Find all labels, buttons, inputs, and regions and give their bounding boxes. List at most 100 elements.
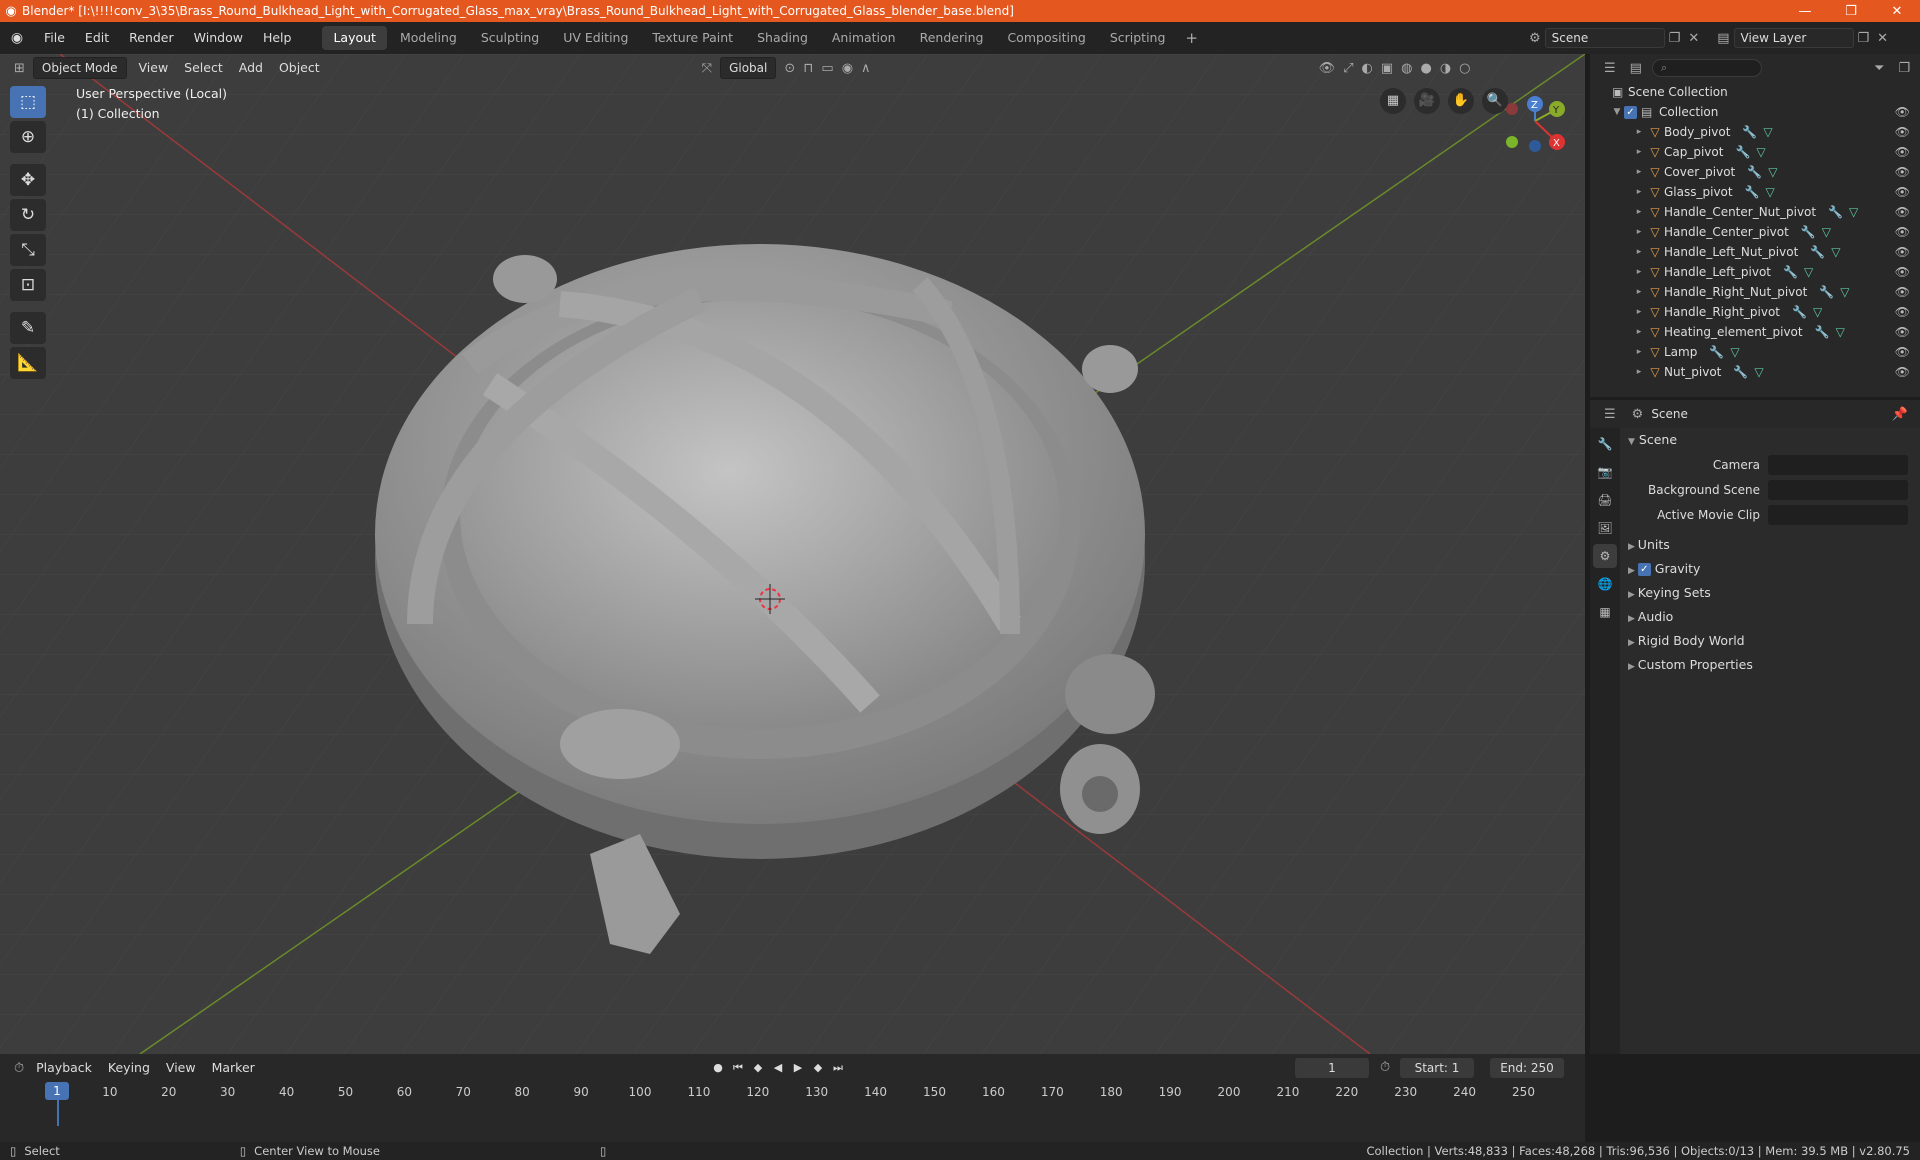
outliner-item[interactable]: ▸ ▽ Handle_Center_pivot 🔧 ▽ 👁	[1590, 222, 1920, 242]
tab-modeling[interactable]: Modeling	[389, 26, 468, 50]
expand-icon[interactable]: ▸	[1632, 242, 1646, 262]
mesh-data-icon[interactable]: ▽	[1768, 162, 1777, 182]
outliner-item[interactable]: ▸ ▽ Heating_element_pivot 🔧 ▽ 👁	[1590, 322, 1920, 342]
eye-icon[interactable]: 👁	[1895, 222, 1910, 242]
expand-icon[interactable]: ▸	[1632, 282, 1646, 302]
outliner-item[interactable]: ▸ ▽ Handle_Left_Nut_pivot 🔧 ▽ 👁	[1590, 242, 1920, 262]
tab-shading[interactable]: Shading	[746, 26, 819, 50]
modifier-icon[interactable]: 🔧	[1735, 142, 1750, 162]
outliner-item[interactable]: ▸ ▽ Handle_Right_Nut_pivot 🔧 ▽ 👁	[1590, 282, 1920, 302]
expand-icon[interactable]: ▸	[1632, 302, 1646, 322]
eye-icon[interactable]: 👁	[1895, 362, 1910, 382]
current-frame-marker[interactable]: 1	[45, 1082, 69, 1100]
grid-view-icon[interactable]: ▦	[1380, 88, 1406, 114]
tab-scripting[interactable]: Scripting	[1099, 26, 1177, 50]
proportional-edit-icon[interactable]: ◉	[838, 61, 857, 76]
texture-tab-icon[interactable]: ▦	[1593, 600, 1617, 624]
scene-tab-icon[interactable]: ⚙	[1593, 544, 1617, 568]
expand-icon[interactable]: ▸	[1632, 262, 1646, 282]
new-scene-icon[interactable]: ❐	[1665, 31, 1685, 46]
end-frame-field[interactable]: End: 250	[1490, 1058, 1564, 1078]
new-collection-icon[interactable]: ❐	[1894, 61, 1914, 76]
measure-tool-icon[interactable]: 📐	[10, 347, 46, 379]
eye-icon[interactable]: 👁	[1895, 342, 1910, 362]
menu-object[interactable]: Object	[271, 57, 328, 79]
annotate-tool-icon[interactable]: ✎	[10, 312, 46, 344]
outliner-item[interactable]: ▸ ▽ Lamp 🔧 ▽ 👁	[1590, 342, 1920, 362]
visibility-icon[interactable]: 👁	[1315, 61, 1340, 76]
camera-field[interactable]	[1768, 454, 1908, 475]
modifier-icon[interactable]: 🔧	[1815, 322, 1830, 342]
orientation-dropdown[interactable]: Global	[720, 57, 777, 79]
view-layer-field[interactable]: View Layer	[1733, 28, 1854, 48]
outliner-item[interactable]: ▸ ▽ Handle_Right_pivot 🔧 ▽ 👁	[1590, 302, 1920, 322]
eye-icon[interactable]: 👁	[1895, 282, 1910, 302]
mesh-data-icon[interactable]: ▽	[1804, 262, 1813, 282]
outliner-item[interactable]: ▸ ▽ Cover_pivot 🔧 ▽ 👁	[1590, 162, 1920, 182]
stopwatch-icon[interactable]: ⏱	[1376, 1060, 1394, 1075]
mesh-data-icon[interactable]: ▽	[1754, 362, 1763, 382]
playhead[interactable]	[57, 1100, 59, 1126]
tab-animation[interactable]: Animation	[821, 26, 907, 50]
expand-icon[interactable]: ▸	[1632, 142, 1646, 162]
select-box-tool-icon[interactable]: ⬚	[10, 86, 46, 118]
outliner-item[interactable]: ▸ ▽ Cap_pivot 🔧 ▽ 👁	[1590, 142, 1920, 162]
expand-icon[interactable]: ▸	[1632, 322, 1646, 342]
snap-target-icon[interactable]: ▭	[817, 61, 837, 76]
mesh-data-icon[interactable]: ▽	[1849, 202, 1858, 222]
mesh-data-icon[interactable]: ▽	[1840, 282, 1849, 302]
pan-hand-icon[interactable]: ✋	[1448, 88, 1474, 114]
move-tool-icon[interactable]: ✥	[10, 164, 46, 196]
falloff-icon[interactable]: ∧	[857, 61, 875, 76]
wireframe-shading-icon[interactable]: ◍	[1397, 61, 1416, 76]
display-mode-icon[interactable]: ▤	[1626, 61, 1646, 76]
add-workspace-button[interactable]: +	[1177, 29, 1206, 47]
overlay-icon[interactable]: ◐	[1357, 61, 1376, 76]
eye-icon[interactable]: 👁	[1895, 122, 1910, 142]
audio-panel[interactable]: ▶ Audio	[1620, 605, 1920, 629]
outliner-item[interactable]: ▸ ▽ Nut_pivot 🔧 ▽ 👁	[1590, 362, 1920, 382]
modifier-icon[interactable]: 🔧	[1828, 202, 1843, 222]
modifier-icon[interactable]: 🔧	[1783, 262, 1798, 282]
expand-icon[interactable]: ▸	[1632, 162, 1646, 182]
rotate-tool-icon[interactable]: ↻	[10, 199, 46, 231]
mesh-data-icon[interactable]: ▽	[1831, 242, 1840, 262]
view-layer-icon[interactable]: ▤	[1713, 31, 1733, 46]
collection-row[interactable]: ▼ ✓ ▤ Collection 👁	[1590, 102, 1920, 122]
units-panel[interactable]: ▶ Units	[1620, 533, 1920, 557]
next-keyframe-icon[interactable]: ◆	[810, 1058, 826, 1078]
outliner-item[interactable]: ▸ ▽ Handle_Center_Nut_pivot 🔧 ▽ 👁	[1590, 202, 1920, 222]
render-tab-icon[interactable]: 📷	[1593, 460, 1617, 484]
tool-tab-icon[interactable]: 🔧	[1593, 432, 1617, 456]
expand-icon[interactable]: ▸	[1632, 122, 1646, 142]
expand-icon[interactable]: ▸	[1632, 222, 1646, 242]
eye-icon[interactable]: 👁	[1895, 262, 1910, 282]
material-shading-icon[interactable]: ◑	[1436, 61, 1455, 76]
scene-field[interactable]: Scene	[1544, 28, 1665, 48]
mode-dropdown[interactable]: Object Mode	[32, 57, 127, 79]
eye-icon[interactable]: 👁	[1895, 182, 1910, 202]
scene-icon[interactable]: ⚙	[1525, 31, 1545, 46]
properties-editor-icon[interactable]: ☰	[1600, 407, 1620, 422]
tab-layout[interactable]: Layout	[322, 26, 387, 50]
mesh-data-icon[interactable]: ▽	[1822, 222, 1831, 242]
modifier-icon[interactable]: 🔧	[1792, 302, 1807, 322]
gravity-checkbox[interactable]: ✓	[1637, 563, 1651, 576]
menu-playback[interactable]: Playback	[28, 1057, 100, 1079]
delete-scene-icon[interactable]: ✕	[1684, 31, 1703, 46]
tab-texture-paint[interactable]: Texture Paint	[641, 26, 744, 50]
gizmo-toggle-icon[interactable]: ⤢	[1339, 61, 1357, 76]
eye-icon[interactable]: 👁	[1895, 302, 1910, 322]
jump-start-icon[interactable]: ⏮	[730, 1058, 746, 1078]
mesh-data-icon[interactable]: ▽	[1813, 302, 1822, 322]
start-frame-field[interactable]: Start: 1	[1400, 1058, 1474, 1078]
record-icon[interactable]: ●	[710, 1058, 726, 1078]
modifier-icon[interactable]: 🔧	[1801, 222, 1816, 242]
current-frame-field[interactable]: 1	[1295, 1058, 1369, 1078]
outliner-item[interactable]: ▸ ▽ Handle_Left_pivot 🔧 ▽ 👁	[1590, 262, 1920, 282]
tab-compositing[interactable]: Compositing	[996, 26, 1096, 50]
rendered-shading-icon[interactable]: ○	[1455, 61, 1474, 76]
pin-icon[interactable]: 📌	[1888, 407, 1912, 422]
eye-icon[interactable]: 👁	[1895, 162, 1910, 182]
mesh-data-icon[interactable]: ▽	[1766, 182, 1775, 202]
